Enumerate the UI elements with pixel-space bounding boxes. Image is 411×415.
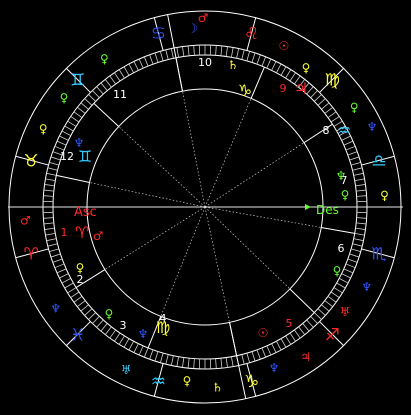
planet-glyph: ♀ — [302, 61, 311, 75]
planet-glyph: ♅ — [340, 305, 351, 319]
planet-glyph: ♆ — [336, 169, 347, 183]
house-cusp-sign: ♈ — [75, 223, 89, 242]
sign-ruler: ☽ — [187, 21, 198, 35]
planet-glyph: ♂ — [198, 11, 209, 25]
house-cusp-sign: ♑ — [238, 81, 252, 100]
planet-glyph: ♀ — [341, 188, 350, 202]
house-cusp-sign: ♃ — [294, 79, 308, 98]
house-number: 1 — [61, 226, 68, 239]
planet-glyph: ☉ — [258, 326, 269, 340]
sign-aries: ♈ — [24, 245, 39, 265]
asc-label: Asc — [74, 205, 97, 220]
sign-ruler: ♄ — [212, 381, 223, 395]
sign-sagittarius: ♐ — [325, 325, 340, 345]
house-number: 12 — [60, 150, 74, 163]
planet-glyph: ♆ — [138, 327, 149, 341]
sign-ruler: ♀ — [380, 188, 389, 202]
sign-virgo: ♍ — [325, 71, 340, 91]
sign-cancer: ♋ — [151, 24, 166, 44]
house-number: 9 — [280, 82, 287, 95]
planet-glyph: ♀ — [60, 91, 69, 105]
planet-glyph: ♀ — [76, 261, 85, 275]
planet-glyph: ♀ — [105, 307, 114, 321]
house-number: 5 — [286, 317, 293, 330]
sign-capricorn: ♑ — [244, 372, 259, 392]
sign-scorpio: ♏ — [371, 245, 386, 265]
sign-aquarius: ♒ — [151, 372, 166, 392]
house-number: 3 — [120, 319, 127, 332]
planet-glyph: ♄ — [228, 58, 239, 72]
planet-glyph: ♆ — [269, 361, 280, 375]
sign-ruler: ♆ — [361, 280, 372, 294]
sign-ruler: ♀ — [100, 52, 109, 66]
sign-libra: ♎ — [371, 151, 386, 171]
house-cusp-sign: ♒ — [337, 121, 351, 140]
planet-glyph: ♂ — [93, 229, 104, 243]
sign-pisces: ♓ — [70, 325, 85, 345]
sign-leo: ♌ — [244, 24, 259, 44]
sign-ruler: ☉ — [279, 39, 290, 53]
planet-glyph: ♆ — [367, 120, 378, 134]
planet-glyph: ♀ — [183, 374, 192, 388]
des-label: Des — [316, 203, 339, 217]
house-number: 8 — [323, 124, 330, 137]
astrology-chart: ♈ ♉ ♊ ♋ ♌ ♍ ♎ ♏ ♐ ♑ ♒ ♓ ♂ ♀ ♀ ☽ ☉ ♀ ♀ ♆ ♃ ♄ ♅ ♆ 1 ♈ 2 3 ♍ 4 5 6 7 8 ♒ 9 ♃ 1… — [0, 0, 411, 415]
house-number: 4 — [160, 312, 167, 325]
house-number: 11 — [113, 88, 127, 101]
sign-ruler: ♅ — [121, 363, 132, 377]
chart-wheel: ♈♉♊♋ ♌♍♎♏♐♑♒♓ ♂♀♀☽☉♀♀♆♃♄♅♆ 1 ♈23 ♍4 5678 ♒9 ♃1… — [0, 0, 411, 415]
planet-glyph: ♆ — [74, 136, 85, 150]
sign-gemini: ♊ — [70, 71, 85, 91]
sign-taurus: ♉ — [24, 151, 39, 171]
sign-ruler: ♂ — [20, 214, 31, 228]
house-number: 6 — [338, 242, 345, 255]
sign-ruler: ♃ — [300, 350, 311, 364]
planet-glyph: ♀ — [333, 264, 342, 278]
sign-ruler: ♆ — [50, 302, 61, 316]
house-number: 10 — [198, 56, 212, 69]
sign-ruler: ♀ — [39, 122, 48, 136]
sign-ruler: ♀ — [350, 100, 359, 114]
